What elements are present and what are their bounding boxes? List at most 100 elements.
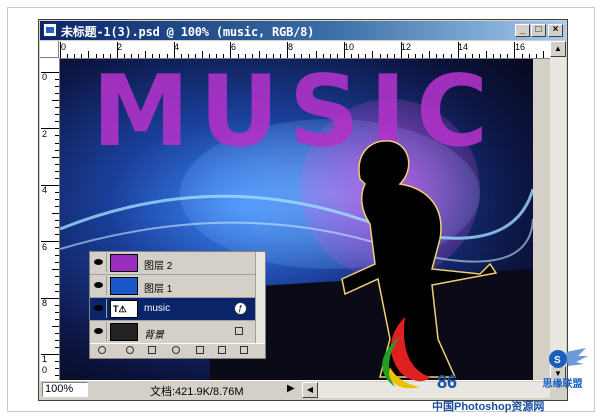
ruler-tick <box>152 54 154 58</box>
ruler-tick <box>202 51 203 58</box>
ruler-tick <box>265 54 267 58</box>
ruler-tick <box>55 220 59 222</box>
ruler-tick <box>493 54 495 58</box>
ruler-label: 4 <box>42 185 48 195</box>
ruler-tick <box>180 54 182 58</box>
ruler-tick <box>55 191 59 193</box>
visibility-eye-icon[interactable] <box>91 322 107 341</box>
ruler-tick <box>55 332 59 334</box>
layer-row[interactable]: 图层 1 <box>90 275 256 298</box>
ruler-tick <box>52 213 59 214</box>
ruler-tick <box>109 54 111 58</box>
layers-scrollbar[interactable] <box>255 252 265 344</box>
ruler-label: 0 <box>42 365 48 375</box>
watermark-logo-graphic <box>382 317 430 389</box>
close-button[interactable]: × <box>548 24 563 37</box>
minimize-button[interactable]: _ <box>515 24 530 37</box>
ruler-tick <box>237 54 239 58</box>
ruler-tick <box>393 54 395 58</box>
scroll-left-button[interactable]: ◀ <box>302 382 318 398</box>
ruler-label: 10 <box>344 42 355 52</box>
ruler-tick <box>74 54 76 58</box>
ruler-label: 2 <box>42 129 48 139</box>
ruler-tick <box>55 79 59 81</box>
add-mask-icon[interactable] <box>148 346 156 354</box>
ruler-label: 6 <box>42 242 48 252</box>
ruler-tick <box>223 54 225 58</box>
ruler-tick <box>216 54 218 58</box>
maximize-button[interactable]: □ <box>531 24 546 37</box>
ruler-tick <box>55 149 59 151</box>
new-layer-icon[interactable] <box>218 346 226 354</box>
status-menu-arrow-icon[interactable]: ▶ <box>287 383 295 394</box>
link-layers-icon[interactable] <box>98 346 106 354</box>
ruler-label: 0 <box>42 72 48 82</box>
ruler-tick <box>542 51 544 58</box>
ruler-tick <box>365 54 367 58</box>
ruler-tick <box>55 107 59 109</box>
layer-thumbnail <box>110 277 138 295</box>
visibility-eye-icon[interactable] <box>91 253 107 272</box>
horizontal-ruler[interactable]: 0 2 4 6 8 10 12 14 16 <box>59 41 550 59</box>
ruler-tick <box>55 234 59 236</box>
ruler-tick <box>230 42 232 58</box>
wing-logo-icon: S <box>548 348 588 368</box>
layer-row[interactable]: 背景 <box>90 321 256 344</box>
title-bar[interactable]: 未标题-1(3).psd @ 100% (music, RGB/8) _ □ × <box>40 21 566 40</box>
add-style-icon[interactable] <box>126 346 134 354</box>
ruler-tick <box>41 184 59 186</box>
ruler-tick <box>535 54 537 58</box>
layer-thumbnail <box>110 323 138 341</box>
zoom-field[interactable]: 100% <box>42 382 88 397</box>
ruler-tick <box>400 42 402 58</box>
visibility-eye-icon[interactable] <box>91 276 107 295</box>
ruler-tick <box>209 54 211 58</box>
scroll-up-button[interactable]: ▲ <box>550 41 566 57</box>
ruler-corner[interactable] <box>40 41 59 58</box>
layers-toolbar <box>90 343 265 358</box>
adjustment-layer-icon[interactable] <box>172 346 180 354</box>
ruler-tick <box>244 54 246 58</box>
layer-row[interactable]: 图层 2 <box>90 252 256 275</box>
ruler-tick <box>187 54 189 58</box>
ruler-tick <box>407 54 409 58</box>
ruler-tick <box>166 54 168 58</box>
ruler-tick <box>55 135 59 137</box>
ruler-tick <box>55 318 59 320</box>
ruler-tick <box>251 54 253 58</box>
ruler-tick <box>41 72 59 73</box>
ruler-tick <box>55 93 59 95</box>
ruler-tick <box>258 51 260 58</box>
ruler-tick <box>55 290 59 292</box>
vertical-scrollbar[interactable]: ▲ ▼ <box>550 41 566 382</box>
watermark-86-logo: 86 <box>437 372 458 392</box>
document-size-info[interactable]: 文档:421.9K/8.76M <box>150 383 244 399</box>
ruler-tick <box>55 283 59 285</box>
ruler-tick <box>464 54 466 58</box>
ruler-tick <box>55 361 59 363</box>
ruler-tick <box>41 128 59 130</box>
layer-name: 背景 <box>144 330 164 341</box>
ruler-tick <box>81 54 83 58</box>
ruler-tick <box>55 177 59 179</box>
ruler-tick <box>436 54 438 58</box>
ruler-tick <box>457 42 459 58</box>
vertical-ruler[interactable]: 0 2 4 6 8 1 0 <box>40 58 60 382</box>
ruler-tick <box>41 354 59 355</box>
ruler-label: 14 <box>458 42 469 52</box>
layer-name: music <box>144 303 171 314</box>
visibility-eye-icon[interactable] <box>91 299 107 318</box>
layer-row[interactable]: T⚠ music ƒ <box>90 298 256 321</box>
ruler-tick <box>351 54 353 58</box>
watermark-site-name: 中国Photoshop资源网 <box>432 401 545 413</box>
ruler-tick <box>478 54 480 58</box>
new-group-icon[interactable] <box>196 346 204 354</box>
ruler-tick <box>55 121 59 123</box>
window-title: 未标题-1(3).psd @ 100% (music, RGB/8) <box>61 25 315 39</box>
delete-layer-icon[interactable] <box>240 346 248 354</box>
photoshop-doc-icon <box>43 23 57 37</box>
ruler-tick <box>386 54 388 58</box>
ruler-tick <box>41 241 59 243</box>
layer-effects-icon[interactable]: ƒ <box>234 302 247 315</box>
ruler-tick <box>443 54 445 58</box>
